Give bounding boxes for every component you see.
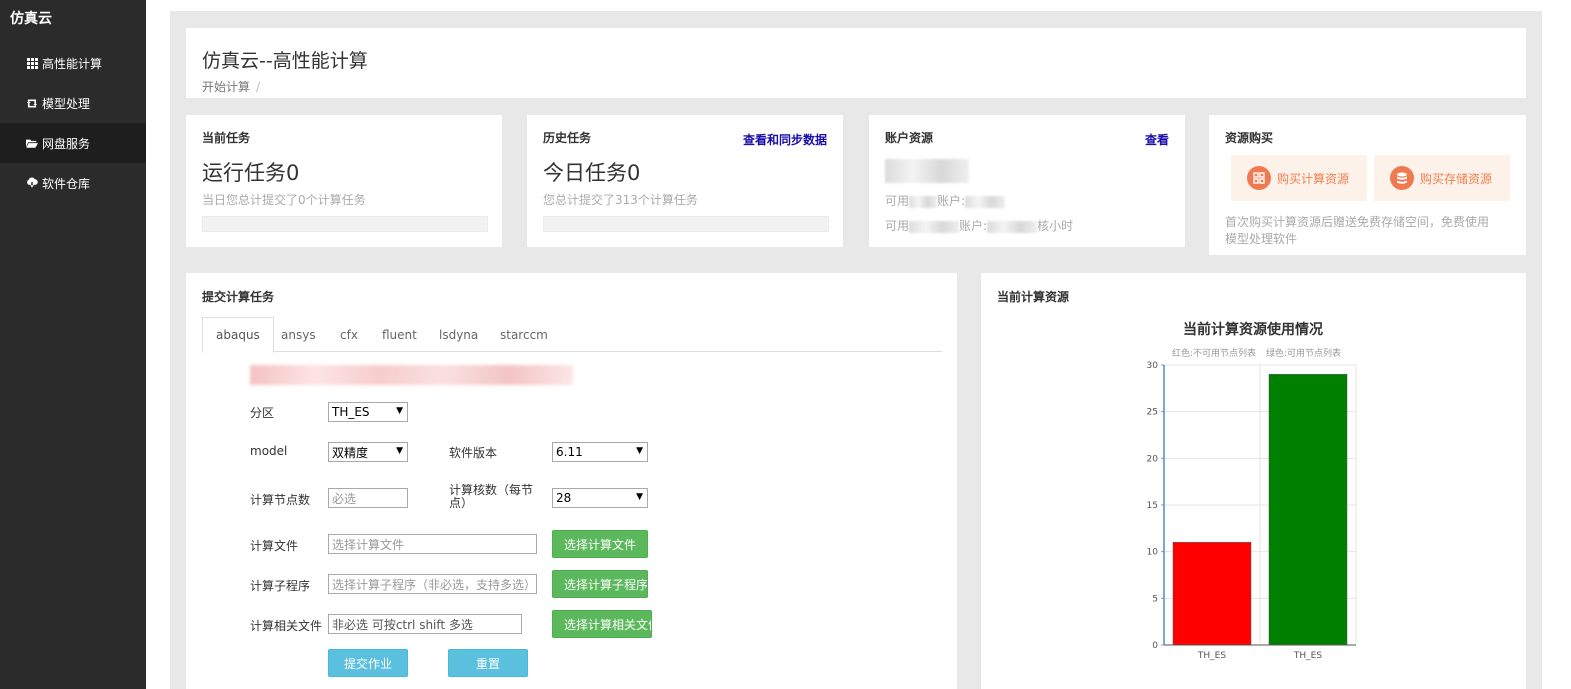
card-title: 历史任务 [543,131,592,145]
bar-chart: 0 5 10 15 20 25 30 TH_ES TH_ES [1147,361,1357,661]
database-icon [1390,166,1414,190]
tab-ansys[interactable]: ansys [268,317,329,352]
y-tick-label: 10 [1147,548,1159,558]
view-link[interactable]: 查看 [1145,131,1169,148]
related-input[interactable]: 非必选 可按ctrl shift 多选 [328,614,522,634]
chevron-down-icon: ▼ [636,492,643,502]
file-input[interactable]: 选择计算文件 [328,534,537,554]
bar [1172,542,1252,646]
version-label: 软件版本 [449,446,498,460]
account-resource-card: 账户资源 查看 可用 账户: 可用 账户: 核小时 [869,115,1185,247]
related-label: 计算相关文件 [250,619,323,633]
card-title: 资源购买 [1225,131,1274,145]
nodes-label: 计算节点数 [250,493,311,507]
view-sync-link[interactable]: 查看和同步数据 [743,131,827,148]
buy-storage-button[interactable]: 购买存储资源 [1374,155,1510,201]
nodes-input[interactable]: 必选 [328,488,408,508]
card-title: 账户资源 [885,131,934,145]
breadcrumb-separator: / [256,80,261,94]
resource-purchase-card: 资源购买 购买计算资源 购买存储资源 首次购买计算资源后赠送免费存储空间，免费使… [1209,115,1526,255]
subprog-label: 计算子程序 [250,579,311,593]
sidebar-item-hpc[interactable]: 高性能计算 [0,43,146,83]
sidebar-item-label: 模型处理 [42,96,91,111]
current-task-card: 当前任务 运行任务0 当日您总计提交了0个计算任务 [186,115,502,247]
cloud-download-icon [26,177,38,189]
today-task-count: 今日任务0 [543,161,641,185]
y-tick-label: 20 [1147,454,1159,464]
y-tick-label: 0 [1152,641,1158,651]
model-select[interactable]: 双精度 ▼ [328,442,408,462]
card-subtext: 您总计提交了313个计算任务 [543,193,698,207]
tab-abaqus[interactable]: abaqus [202,317,274,353]
software-tabs: abaqus ansys cfx fluent lsdyna starccm [202,317,942,353]
retweet-icon [26,97,38,109]
card-subtext: 当日您总计提交了0个计算任务 [202,193,366,207]
cores-select[interactable]: 28 ▼ [552,488,648,508]
breadcrumb-item[interactable]: 开始计算 [202,80,250,94]
chevron-down-icon: ▼ [636,446,643,456]
history-task-card: 历史任务 查看和同步数据 今日任务0 您总计提交了313个计算任务 [527,115,843,247]
version-select[interactable]: 6.11 ▼ [552,442,648,462]
page-title: 仿真云--高性能计算 [202,50,368,72]
chevron-down-icon: ▼ [396,446,403,456]
tab-starccm[interactable]: starccm [487,317,561,352]
select-file-button[interactable]: 选择计算文件 [552,530,648,558]
chevron-down-icon: ▼ [396,406,403,416]
sidebar-item-netdisk[interactable]: 网盘服务 [0,123,146,163]
select-related-button[interactable]: 选择计算相关文件 [552,610,652,638]
submit-job-button[interactable]: 提交作业 [328,649,408,677]
sidebar-item-label: 高性能计算 [42,56,103,71]
brand-title: 仿真云 [10,11,52,27]
partition-label: 分区 [250,406,275,420]
reset-button[interactable]: 重置 [448,649,528,677]
sidebar: 仿真云 高性能计算 模型处理 网盘服务 软件仓库 [0,0,146,689]
header-panel: 仿真云--高性能计算 开始计算 / [186,28,1526,98]
cores-label: 计算核数（每节点） [449,483,534,510]
redacted-balance [885,159,969,183]
y-tick-label: 5 [1152,594,1158,604]
subprog-input[interactable]: 选择计算子程序（非必选，支持多选） [328,574,537,594]
submit-task-panel: 提交计算任务 abaqus ansys cfx fluent lsdyna st… [186,273,957,689]
buy-storage-label: 购买存储资源 [1420,171,1493,186]
main-content: 仿真云--高性能计算 开始计算 / 当前任务 运行任务0 当日您总计提交了0个计算… [170,11,1542,689]
x-tick-label: TH_ES [1293,651,1322,661]
file-label: 计算文件 [250,539,299,553]
folder-open-icon [26,137,38,149]
grid-icon [26,57,38,69]
panel-title: 提交计算任务 [202,290,275,304]
bar [1268,374,1348,646]
account-line-2: 可用 账户: 核小时 [885,219,1074,233]
buy-compute-button[interactable]: 购买计算资源 [1231,155,1367,201]
progress-bar [202,216,488,232]
sidebar-item-label: 网盘服务 [42,136,91,151]
buy-compute-label: 购买计算资源 [1277,171,1350,186]
sidebar-item-software[interactable]: 软件仓库 [0,163,146,203]
y-tick-label: 25 [1147,408,1158,418]
sidebar-item-label: 软件仓库 [42,176,91,191]
running-task-count: 运行任务0 [202,161,300,185]
sidebar-item-model[interactable]: 模型处理 [0,83,146,123]
purchase-note: 首次购买计算资源后赠送免费存储空间，免费使用模型处理软件 [1225,215,1490,246]
y-tick-label: 15 [1147,501,1158,511]
partition-select[interactable]: TH_ES ▼ [328,402,408,422]
compute-icon [1247,166,1271,190]
select-subprog-button[interactable]: 选择计算子程序 [552,570,648,598]
tab-lsdyna[interactable]: lsdyna [426,317,491,352]
account-line-1: 可用 账户: [885,192,1006,209]
model-label: model [250,444,288,458]
breadcrumb: 开始计算 / [202,78,260,95]
redacted-notice [250,365,573,385]
tab-cfx[interactable]: cfx [327,317,371,352]
compute-resources-panel: 当前计算资源 当前计算资源使用情况 红色:不可用节点列表 绿色:可用节点列表 0… [981,273,1526,689]
tab-fluent[interactable]: fluent [369,317,430,352]
progress-bar [543,216,829,232]
card-title: 当前任务 [202,131,251,145]
x-tick-label: TH_ES [1197,651,1226,661]
y-tick-label: 30 [1147,361,1159,371]
